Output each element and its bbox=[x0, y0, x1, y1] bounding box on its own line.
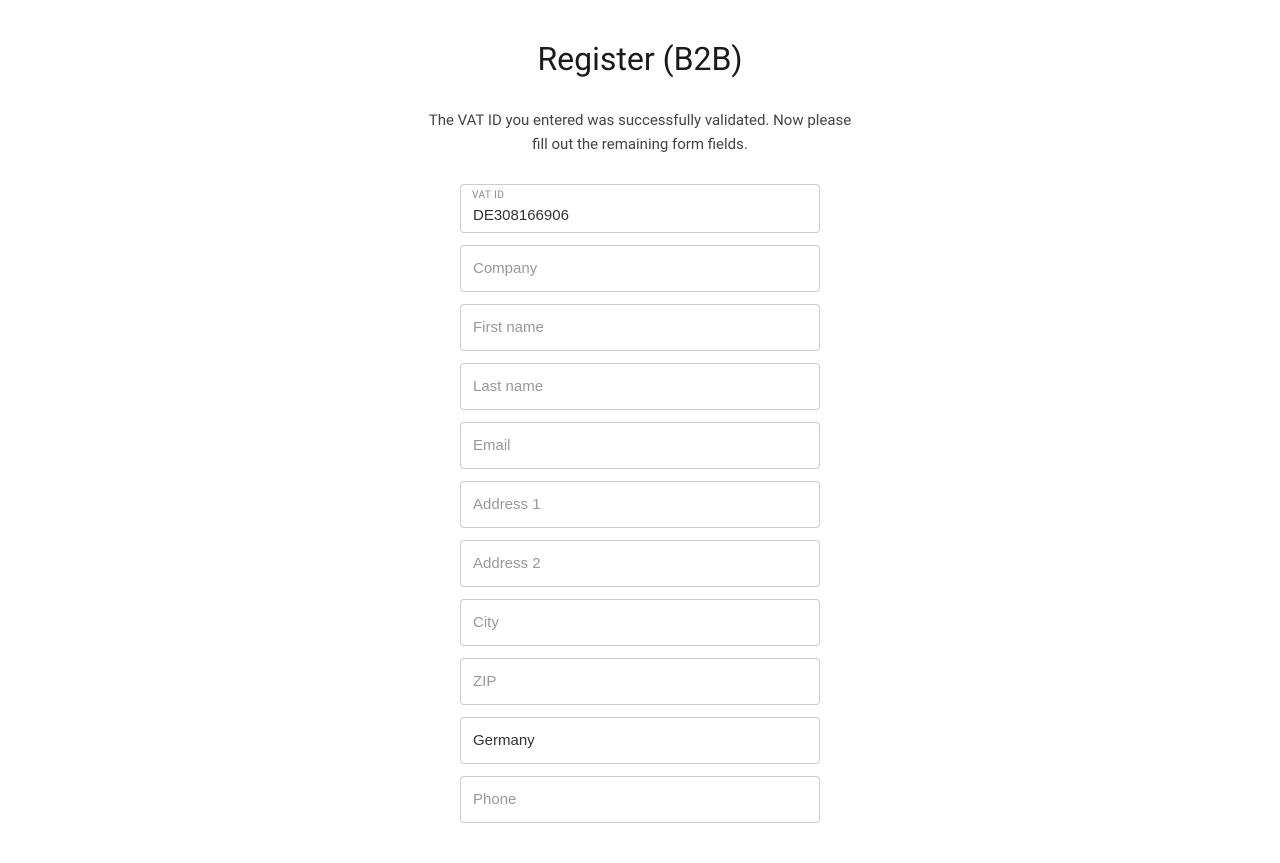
address2-field-group bbox=[460, 540, 820, 587]
company-input[interactable] bbox=[460, 245, 820, 292]
last-name-input[interactable] bbox=[460, 363, 820, 410]
registration-form: VAT ID bbox=[460, 184, 820, 823]
email-field-group bbox=[460, 422, 820, 469]
first-name-field-group bbox=[460, 304, 820, 351]
city-input[interactable] bbox=[460, 599, 820, 646]
address1-input[interactable] bbox=[460, 481, 820, 528]
zip-field-group bbox=[460, 658, 820, 705]
country-input[interactable] bbox=[460, 717, 820, 764]
country-field-group bbox=[460, 717, 820, 764]
vat-field-group: VAT ID bbox=[460, 184, 820, 233]
email-input[interactable] bbox=[460, 422, 820, 469]
subtitle: The VAT ID you entered was successfully … bbox=[429, 108, 851, 156]
address1-field-group bbox=[460, 481, 820, 528]
first-name-input[interactable] bbox=[460, 304, 820, 351]
page-title: Register (B2B) bbox=[537, 40, 742, 78]
phone-input[interactable] bbox=[460, 776, 820, 823]
phone-field-group bbox=[460, 776, 820, 823]
vat-input[interactable] bbox=[460, 184, 820, 233]
company-field-group bbox=[460, 245, 820, 292]
zip-input[interactable] bbox=[460, 658, 820, 705]
address2-input[interactable] bbox=[460, 540, 820, 587]
city-field-group bbox=[460, 599, 820, 646]
page-wrapper: Register (B2B) The VAT ID you entered wa… bbox=[0, 0, 1280, 863]
last-name-field-group bbox=[460, 363, 820, 410]
